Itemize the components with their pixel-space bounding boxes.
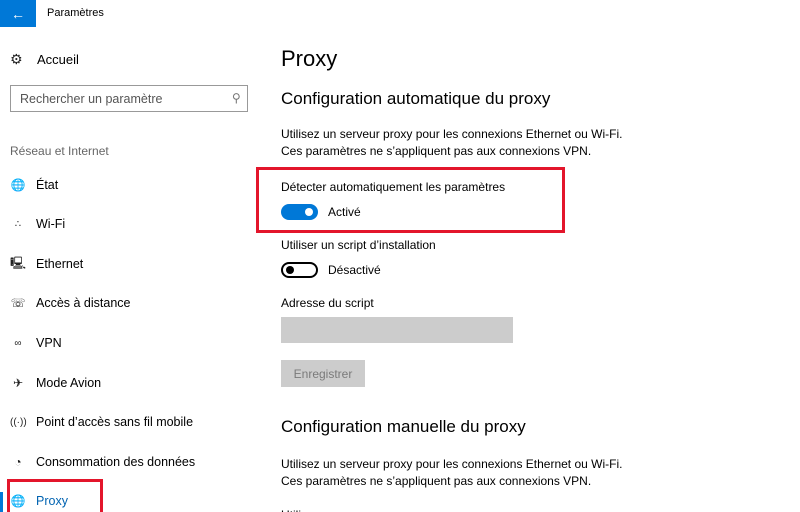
gear-icon: ⚙ bbox=[10, 51, 23, 67]
script-toggle[interactable] bbox=[281, 262, 318, 278]
sidebar-item-label: Mode Avion bbox=[36, 376, 102, 390]
search-icon[interactable]: ⚲ bbox=[232, 91, 241, 105]
script-address-label: Adresse du script bbox=[281, 296, 374, 310]
script-address-input[interactable] bbox=[281, 317, 513, 343]
manual-config-desc-2: Ces paramètres ne s’appliquent pas aux c… bbox=[281, 474, 592, 488]
sidebar-item-label: Accès à distance bbox=[36, 296, 131, 310]
sidebar-item-label: Consommation des données bbox=[36, 455, 196, 469]
sidebar-item-label: Proxy bbox=[36, 494, 68, 508]
app-title: Paramètres bbox=[47, 7, 104, 19]
sidebar-item-mode-avion[interactable]: ✈ Mode Avion bbox=[0, 368, 260, 398]
auto-config-heading: Configuration automatique du proxy bbox=[281, 89, 551, 108]
auto-config-desc-1: Utilisez un serveur proxy pour les conne… bbox=[281, 127, 623, 141]
sidebar-item-ethernet[interactable]: 🖳 Ethernet bbox=[0, 249, 260, 279]
search-box[interactable]: ⚲ bbox=[10, 85, 248, 112]
save-button[interactable]: Enregistrer bbox=[281, 360, 365, 387]
sidebar-item-proxy[interactable]: 🌐 Proxy bbox=[0, 486, 260, 512]
dialup-phone-icon: ☏ bbox=[10, 296, 26, 310]
sidebar-item-label: Ethernet bbox=[36, 257, 84, 271]
script-state: Désactivé bbox=[328, 263, 381, 277]
manual-config-heading: Configuration manuelle du proxy bbox=[281, 417, 526, 436]
arrow-left-icon: ← bbox=[11, 5, 25, 22]
sidebar-item-label: VPN bbox=[36, 336, 62, 350]
auto-config-desc-2: Ces paramètres ne s’appliquent pas aux c… bbox=[281, 144, 592, 158]
hotspot-icon: ((·)) bbox=[10, 416, 27, 428]
highlight-box-detect bbox=[256, 167, 565, 233]
page-title: Proxy bbox=[281, 46, 338, 71]
sidebar-item-vpn[interactable]: ∞ VPN bbox=[0, 328, 260, 358]
script-label: Utiliser un script d’installation bbox=[281, 238, 436, 252]
data-usage-icon: ◔ bbox=[14, 455, 22, 469]
back-button[interactable]: ← bbox=[0, 0, 36, 27]
sidebar-home[interactable]: ⚙ Accueil bbox=[10, 51, 79, 68]
sidebar-item-label: Point d’accès sans fil mobile bbox=[36, 415, 194, 429]
use-proxy-label: Utiliser un serveur proxy bbox=[281, 508, 410, 512]
wifi-icon: ∴ bbox=[14, 218, 22, 230]
home-label: Accueil bbox=[37, 52, 79, 67]
globe-icon: 🌐 bbox=[10, 494, 26, 508]
sidebar-item-consommation[interactable]: ◔ Consommation des données bbox=[0, 447, 260, 477]
detect-state: Activé bbox=[328, 205, 361, 219]
sidebar-item-acces-distance[interactable]: ☏ Accès à distance bbox=[0, 288, 260, 318]
section-label: Réseau et Internet bbox=[10, 144, 109, 158]
title-bar: ← Paramètres bbox=[0, 0, 800, 27]
sidebar-item-label: État bbox=[36, 178, 59, 192]
vpn-icon: ∞ bbox=[14, 337, 22, 349]
toggle-knob bbox=[305, 208, 313, 216]
sidebar-item-etat[interactable]: 🌐 État bbox=[0, 170, 260, 200]
search-input[interactable] bbox=[20, 91, 220, 106]
ethernet-icon: 🖳 bbox=[10, 255, 27, 270]
detect-toggle[interactable] bbox=[281, 204, 318, 220]
manual-config-desc-1: Utilisez un serveur proxy pour les conne… bbox=[281, 457, 623, 471]
sidebar: ⚙ Accueil ⚲ Réseau et Internet 🌐 État ∴ … bbox=[0, 27, 270, 512]
sidebar-item-hotspot[interactable]: ((·)) Point d’accès sans fil mobile bbox=[0, 407, 260, 437]
airplane-icon: ✈ bbox=[12, 376, 24, 390]
globe-status-icon: 🌐 bbox=[10, 178, 26, 192]
sidebar-item-wifi[interactable]: ∴ Wi-Fi bbox=[0, 209, 260, 239]
sidebar-item-label: Wi-Fi bbox=[36, 217, 66, 231]
detect-label: Détecter automatiquement les paramètres bbox=[281, 180, 506, 194]
toggle-knob bbox=[286, 266, 294, 274]
